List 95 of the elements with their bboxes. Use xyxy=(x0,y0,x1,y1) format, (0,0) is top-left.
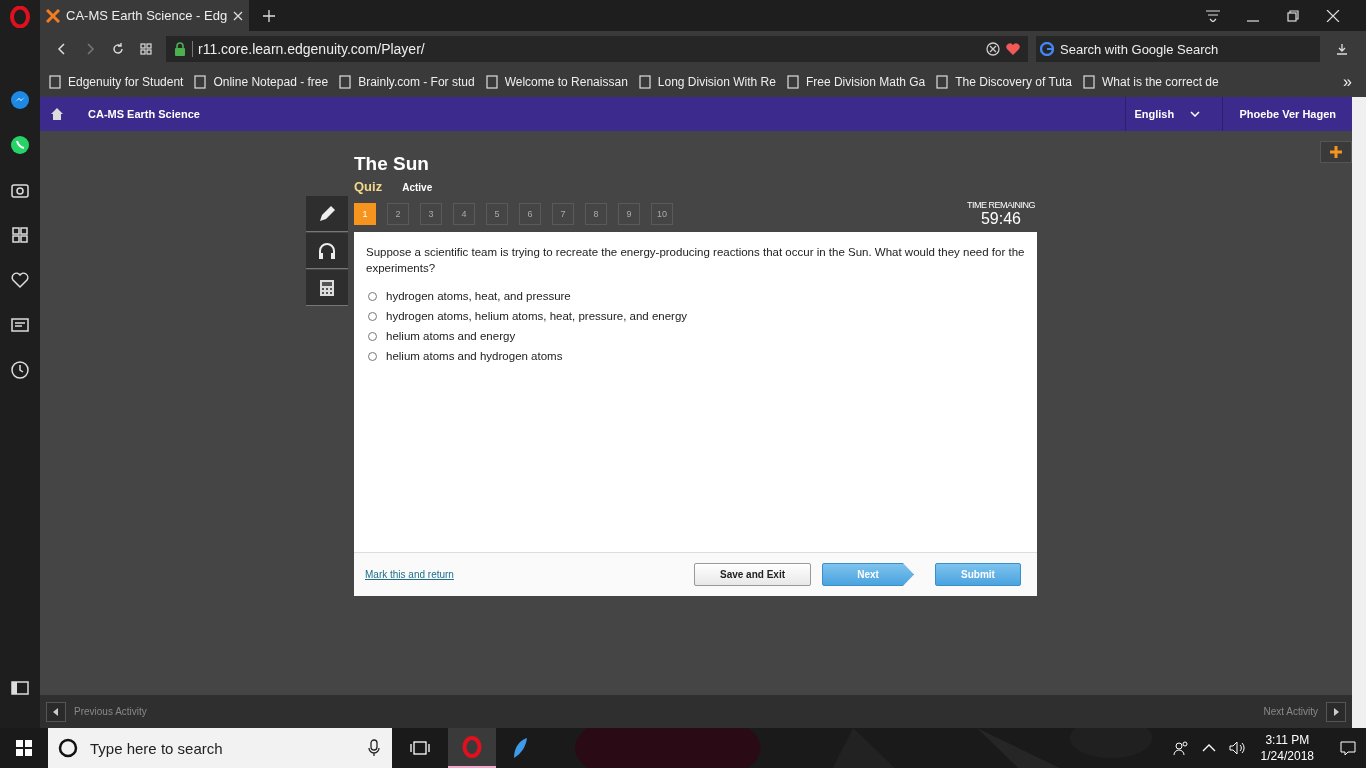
download-icon[interactable] xyxy=(1336,43,1348,55)
lesson-title: The Sun xyxy=(354,153,430,175)
calculator-tool[interactable] xyxy=(306,270,348,306)
mark-link[interactable]: Mark this and return xyxy=(365,569,454,580)
right-arrow-icon xyxy=(1333,707,1339,716)
question-number[interactable]: 8 xyxy=(585,203,607,225)
forward-icon[interactable] xyxy=(84,43,96,55)
google-logo-icon xyxy=(1040,42,1054,56)
browser-tab[interactable]: CA-MS Earth Science - Edg xyxy=(40,0,250,31)
audio-tool[interactable] xyxy=(306,233,348,269)
bookmark-item[interactable]: Edgenuity for Student xyxy=(48,75,184,89)
sidebar-toggle-icon[interactable] xyxy=(10,678,30,698)
close-icon[interactable] xyxy=(1326,9,1340,22)
question-number[interactable]: 5 xyxy=(486,203,508,225)
cortana-icon xyxy=(58,738,78,758)
question-number[interactable]: 4 xyxy=(453,203,475,225)
add-button[interactable] xyxy=(1320,141,1352,163)
restore-icon[interactable] xyxy=(1286,9,1300,22)
grid-icon[interactable] xyxy=(10,225,30,245)
question-number[interactable]: 3 xyxy=(420,203,442,225)
previous-button[interactable] xyxy=(46,701,66,722)
close-icon[interactable] xyxy=(233,10,244,21)
bookmark-item[interactable]: Long Division With Re xyxy=(637,75,776,89)
page-icon xyxy=(193,75,208,89)
question-number[interactable]: 9 xyxy=(618,203,640,225)
reload-icon[interactable] xyxy=(112,43,124,55)
grid-icon[interactable] xyxy=(140,43,152,55)
previous-activity-link[interactable]: Previous Activity xyxy=(74,706,147,717)
whatsapp-icon[interactable] xyxy=(10,135,30,155)
page-icon xyxy=(637,75,652,89)
next-button[interactable] xyxy=(1326,701,1346,722)
next-activity-link[interactable]: Next Activity xyxy=(1263,706,1318,717)
bookmark-item[interactable]: What is the correct de xyxy=(1081,75,1219,89)
bookmark-item[interactable]: The Discovery of Tuta xyxy=(935,75,1072,89)
page-icon xyxy=(484,75,499,89)
page-icon xyxy=(48,75,62,89)
page-icon xyxy=(1081,75,1096,89)
more-bookmarks-button[interactable]: » xyxy=(1343,73,1352,91)
pencil-icon xyxy=(317,203,337,224)
people-icon[interactable] xyxy=(1172,740,1189,756)
bookmark-item[interactable]: Brainly.com - For stud xyxy=(338,75,475,89)
answer-option[interactable]: helium atoms and hydrogen atoms xyxy=(386,350,563,362)
caret-icon xyxy=(1190,111,1201,117)
answer-option[interactable]: hydrogen atoms, helium atoms, heat, pressure, and energy xyxy=(386,310,688,322)
question-number[interactable]: 10 xyxy=(651,203,673,225)
scrollbar[interactable] xyxy=(1352,97,1366,728)
x-logo-icon xyxy=(46,8,60,23)
speaker-icon[interactable] xyxy=(1228,740,1245,756)
news-icon[interactable] xyxy=(10,315,30,335)
user-menu[interactable]: Phoebe Ver Hagen xyxy=(1223,108,1352,120)
opera-taskbar-button[interactable] xyxy=(448,728,496,768)
pencil-tool[interactable] xyxy=(306,196,348,232)
question-number[interactable]: 7 xyxy=(552,203,574,225)
answer-option[interactable]: hydrogen atoms, heat, and pressure xyxy=(386,290,571,302)
search-field[interactable]: Search with Google Search xyxy=(1058,40,1316,58)
address-field[interactable]: r11.core.learn.edgenuity.com/Player/ xyxy=(166,36,1028,62)
page-icon xyxy=(785,75,800,89)
save-exit-button[interactable]: Save and Exit xyxy=(694,563,811,586)
taskbar-search-bar[interactable]: Type here to search xyxy=(48,728,392,768)
taskbar-search-field[interactable]: Type here to search xyxy=(88,738,358,758)
activity-type: Quiz xyxy=(354,179,383,194)
search-bar[interactable]: Search with Google Search xyxy=(1036,36,1320,62)
headphones-icon xyxy=(317,240,337,261)
course-title: CA-MS Earth Science xyxy=(88,108,200,120)
clock-time[interactable]: 3:11 PM xyxy=(1260,732,1314,748)
timer-label: TIME REMAINING xyxy=(967,200,1035,210)
opera-logo-icon[interactable] xyxy=(10,6,30,28)
question-number[interactable]: 2 xyxy=(387,203,409,225)
answer-option[interactable]: helium atoms and energy xyxy=(386,330,516,342)
language-dropdown[interactable]: English xyxy=(1125,97,1224,131)
timer-value: 59:46 xyxy=(979,210,1022,228)
left-arrow-icon xyxy=(53,707,59,716)
question-text: Suppose a scientific team is trying to recreate the energy-producing reactions that occur in the Sun. What would they need for the experiments? xyxy=(366,245,1025,276)
plus-icon xyxy=(1330,146,1342,158)
tab-menu-icon[interactable] xyxy=(1206,9,1220,22)
question-number[interactable]: 6 xyxy=(519,203,541,225)
notification-icon[interactable] xyxy=(1340,740,1356,756)
bookmark-item[interactable]: Online Notepad - free xyxy=(193,75,329,89)
messenger-icon[interactable] xyxy=(10,90,30,110)
bookmark-item[interactable]: Welcome to Renaissan xyxy=(484,75,628,89)
task-view-icon[interactable] xyxy=(410,740,430,756)
microphone-icon[interactable] xyxy=(368,739,380,757)
page-icon xyxy=(338,75,353,89)
lock-icon xyxy=(174,42,186,56)
page-icon xyxy=(935,75,950,89)
new-tab-icon[interactable] xyxy=(263,9,276,22)
back-icon[interactable] xyxy=(56,43,68,55)
activity-status: Active xyxy=(402,182,433,193)
bookmark-item[interactable]: Free Division Math Ga xyxy=(785,75,926,89)
windows-start-icon[interactable] xyxy=(16,740,32,756)
calculator-icon xyxy=(317,277,337,298)
clock-date[interactable]: 1/24/2018 xyxy=(1260,748,1314,764)
opera-logo-icon xyxy=(462,736,482,758)
clock-icon[interactable] xyxy=(10,360,30,380)
heart-icon[interactable] xyxy=(10,270,30,290)
